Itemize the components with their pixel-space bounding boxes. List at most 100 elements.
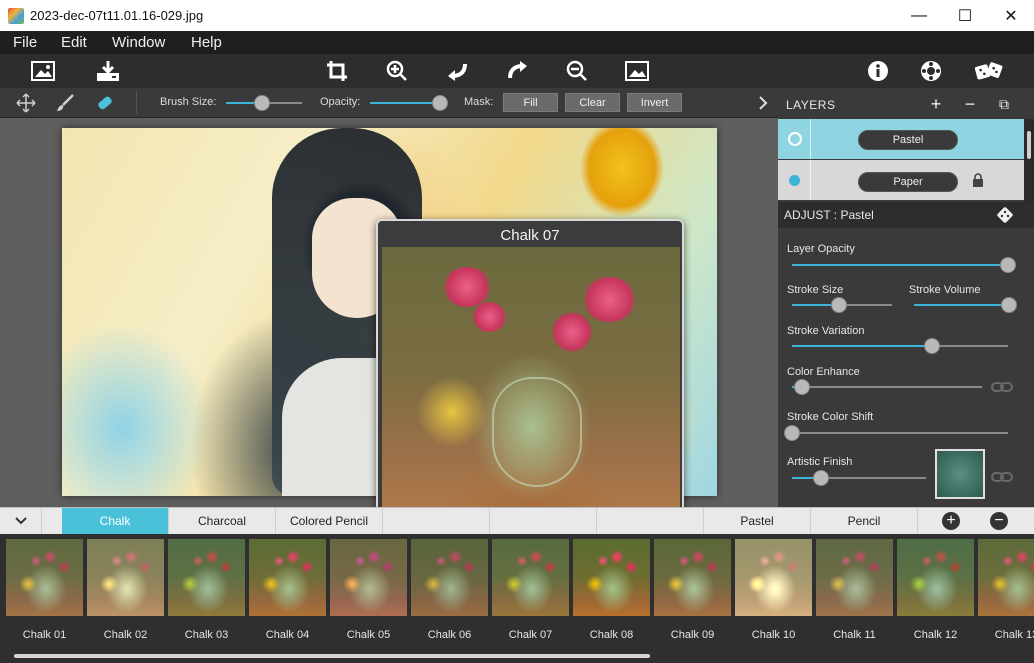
menu-edit[interactable]: Edit (61, 34, 87, 51)
stroke-color-shift-track (792, 432, 1008, 434)
color-enhance-track (792, 386, 982, 388)
stroke-size-slider[interactable] (831, 297, 847, 313)
preview-flower (442, 267, 492, 307)
stroke-variation-slider[interactable] (924, 338, 941, 354)
close-button[interactable]: ✕ (988, 0, 1034, 31)
preview-image (382, 247, 680, 521)
category-tab[interactable] (597, 508, 704, 534)
menu-help[interactable]: Help (191, 34, 222, 51)
zoom-in-icon[interactable] (383, 58, 411, 84)
preset-thumbnail[interactable] (330, 539, 407, 616)
preset-thumbnail-image (978, 539, 1034, 616)
preset-strip: Chalk 01 Chalk 02 Chalk 03 Chalk 04 Chalk 05… (0, 534, 1034, 663)
toolbar-divider (136, 92, 137, 114)
opacity-knob[interactable] (432, 95, 448, 111)
brush-tool-icon[interactable] (55, 93, 75, 113)
settings-icon[interactable] (917, 58, 945, 84)
preset-thumbnail-image (6, 539, 83, 616)
category-tab[interactable]: Colored Pencil (276, 508, 383, 534)
mask-clear-button[interactable]: Clear (565, 93, 620, 112)
eraser-tool-icon[interactable] (94, 93, 114, 113)
collapse-strip-icon[interactable] (0, 508, 42, 534)
menu-file[interactable]: File (13, 34, 37, 51)
preset-thumbnail[interactable] (573, 539, 650, 616)
save-icon[interactable] (94, 58, 122, 84)
preset-label: Chalk 02 (103, 629, 148, 641)
stroke-variation-fill (792, 345, 933, 347)
category-tab[interactable] (490, 508, 597, 534)
right-panel: LAYERS + − ⧉ Pastel Paper ADJUST : Paste… (778, 88, 1034, 507)
mask-label: Mask: (464, 96, 494, 108)
preview-flower (472, 302, 507, 332)
preview-flower (552, 312, 592, 352)
category-tab[interactable]: Charcoal (169, 508, 276, 534)
preset-label: Chalk 03 (184, 629, 229, 641)
crop-icon[interactable] (323, 58, 351, 84)
preset-label: Chalk 07 (508, 629, 553, 641)
preset-thumbnail[interactable] (168, 539, 245, 616)
info-icon[interactable] (864, 58, 892, 84)
main-toolbar (0, 54, 1034, 88)
preset-label: Chalk 10 (751, 629, 796, 641)
preset-thumbnail[interactable] (816, 539, 893, 616)
category-tab[interactable]: Pastel (704, 508, 811, 534)
preset-thumbnail-image (573, 539, 650, 616)
menu-window[interactable]: Window (112, 34, 165, 51)
preset-thumbnail-image (411, 539, 488, 616)
category-bar: Chalk Charcoal Colored Pencil Pastel Pencil … (0, 507, 1034, 534)
preset-label: Chalk 11 (833, 629, 876, 641)
add-preset-icon[interactable]: + (942, 512, 960, 530)
open-image-icon[interactable] (29, 58, 57, 84)
preset-thumbnail-image (735, 539, 812, 616)
preset-thumbnail-image (168, 539, 245, 616)
preset-thumbnail[interactable] (897, 539, 974, 616)
preset-thumbnail[interactable] (654, 539, 731, 616)
category-tab[interactable]: Pencil (811, 508, 918, 534)
mask-invert-button[interactable]: Invert (627, 93, 682, 112)
preset-thumbnail-image (330, 539, 407, 616)
layer-opacity-slider[interactable] (1000, 257, 1016, 273)
window-title: 2023-dec-07t11.01.16-029.jpg (30, 8, 204, 23)
preset-thumbnail[interactable] (87, 539, 164, 616)
minimize-button[interactable]: — (896, 0, 942, 31)
fit-image-icon[interactable] (623, 58, 651, 84)
preset-thumbnail[interactable] (735, 539, 812, 616)
preset-label: Chalk 12 (913, 629, 958, 641)
adjust-sliders (778, 88, 1034, 507)
maximize-button[interactable]: ☐ (942, 0, 988, 31)
app-icon (8, 8, 24, 24)
preview-vase (492, 377, 582, 487)
preset-thumbnail-image (87, 539, 164, 616)
preset-strip-scrollbar[interactable] (14, 654, 650, 658)
category-tab[interactable]: Chalk (62, 508, 169, 534)
preset-label: Chalk 09 (670, 629, 715, 641)
stroke-color-shift-slider[interactable] (784, 425, 800, 441)
preset-thumbnail[interactable] (492, 539, 569, 616)
zoom-out-icon[interactable] (563, 58, 591, 84)
category-tab[interactable] (383, 508, 490, 534)
preset-thumbnail[interactable] (249, 539, 326, 616)
color-enhance-slider[interactable] (793, 379, 810, 395)
redo-icon[interactable] (504, 58, 532, 84)
preset-label: Chalk 08 (589, 629, 634, 641)
mask-fill-button[interactable]: Fill (503, 93, 558, 112)
undo-icon[interactable] (443, 58, 471, 84)
preset-thumbnail-image (897, 539, 974, 616)
preset-label: Chalk 01 (22, 629, 67, 641)
remove-preset-icon[interactable]: − (990, 512, 1008, 530)
artistic-finish-slider[interactable] (813, 470, 830, 486)
preset-thumbnail[interactable] (978, 539, 1034, 616)
opacity-label: Opacity: (320, 96, 361, 108)
preset-label: Chalk 05 (346, 629, 391, 641)
chevron-right-icon[interactable] (757, 94, 771, 112)
preset-thumbnail[interactable] (6, 539, 83, 616)
stroke-volume-fill (914, 304, 1009, 306)
preview-title: Chalk 07 (500, 227, 560, 244)
preview-flower (582, 277, 637, 322)
preset-preview-popup: Chalk 07 (376, 219, 684, 525)
randomize-icon[interactable] (975, 58, 1003, 84)
stroke-volume-slider[interactable] (1001, 297, 1017, 313)
preset-label: Chalk 06 (427, 629, 472, 641)
preset-thumbnail[interactable] (411, 539, 488, 616)
move-tool-icon[interactable] (16, 93, 36, 113)
